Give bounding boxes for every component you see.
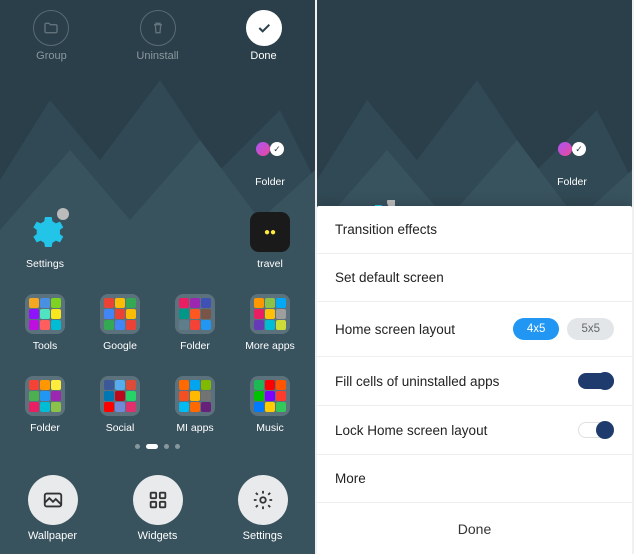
page-dot [164, 444, 169, 449]
row-label: Transition effects [335, 222, 437, 237]
app-label: Tools [33, 340, 58, 352]
folder-icon [100, 376, 140, 416]
folder-app[interactable]: ✓ Folder [541, 130, 603, 188]
right-screenshot: ✓ Folder Transition effects Set default … [317, 0, 632, 554]
app-label: Folder [30, 422, 60, 434]
done-label: Done [250, 50, 276, 62]
more-row[interactable]: More [317, 455, 632, 503]
gear-icon [25, 212, 65, 252]
group-button[interactable]: Group [33, 10, 69, 62]
page-indicator [0, 444, 315, 449]
settings-button[interactable]: Settings [238, 475, 288, 542]
travel-icon: ●● [250, 212, 290, 252]
home-settings-sheet: Transition effects Set default screen Ho… [317, 206, 632, 554]
uninstall-button[interactable]: Uninstall [136, 10, 178, 62]
fill-cells-toggle[interactable] [578, 373, 614, 389]
home-grid: ✓ Folder Settings ●● travel Tools Goo [0, 130, 315, 458]
page-dot [175, 444, 180, 449]
page-dot [135, 444, 140, 449]
app-label: travel [257, 258, 283, 270]
app-label: Google [103, 340, 137, 352]
settings-label: Settings [243, 530, 283, 542]
sheet-done-button[interactable]: Done [317, 503, 632, 554]
folder-icon: ✓ [250, 130, 290, 170]
app-label: Folder [180, 340, 210, 352]
tools-folder[interactable]: Tools [14, 294, 76, 352]
row-label: Set default screen [335, 270, 444, 285]
wallpaper-label: Wallpaper [28, 530, 77, 542]
folder-icon [250, 376, 290, 416]
check-icon [246, 10, 282, 46]
folder-icon: ✓ [552, 130, 592, 170]
layout-pill-5x5[interactable]: 5x5 [567, 318, 614, 340]
more-apps-folder[interactable]: More apps [239, 294, 301, 352]
wallpaper-button[interactable]: Wallpaper [28, 475, 78, 542]
fill-cells-row: Fill cells of uninstalled apps [317, 357, 632, 406]
widgets-button[interactable]: Widgets [133, 475, 183, 542]
left-screenshot: Group Uninstall Done ✓ Folder [0, 0, 315, 554]
widgets-icon [133, 475, 183, 525]
folder-icon [25, 294, 65, 334]
layout-pill-4x5[interactable]: 4x5 [513, 318, 560, 340]
folder-icon [250, 294, 290, 334]
app-label: Social [106, 422, 135, 434]
lock-layout-toggle[interactable] [578, 422, 614, 438]
settings-app[interactable]: Settings [14, 212, 76, 270]
app-label: Settings [26, 258, 64, 270]
gear-icon [238, 475, 288, 525]
folder-icon [175, 294, 215, 334]
image-icon [28, 475, 78, 525]
app-label: Folder [255, 176, 285, 188]
folder-app[interactable]: ✓ Folder [239, 130, 301, 188]
edit-mode-toolbar: Group Uninstall Done [0, 10, 315, 62]
lock-layout-row: Lock Home screen layout [317, 406, 632, 455]
uninstall-label: Uninstall [136, 50, 178, 62]
folder-icon [175, 376, 215, 416]
group-label: Group [36, 50, 67, 62]
app-label: Folder [557, 176, 587, 188]
social-folder[interactable]: Social [89, 376, 151, 434]
set-default-screen-row[interactable]: Set default screen [317, 254, 632, 302]
done-label: Done [458, 521, 491, 537]
edit-bottom-bar: Wallpaper Widgets Settings [0, 475, 315, 542]
folder-icon [33, 10, 69, 46]
app-label: MI apps [176, 422, 213, 434]
app-label: More apps [245, 340, 295, 352]
selection-badge [57, 208, 69, 220]
transition-effects-row[interactable]: Transition effects [317, 206, 632, 254]
layout-pill-group: 4x5 5x5 [513, 318, 614, 340]
app-label: Music [256, 422, 283, 434]
mi-apps-folder[interactable]: MI apps [164, 376, 226, 434]
done-button[interactable]: Done [246, 10, 282, 62]
row-label: More [335, 471, 366, 486]
folder-icon [100, 294, 140, 334]
widgets-label: Widgets [138, 530, 178, 542]
row-label: Fill cells of uninstalled apps [335, 374, 499, 389]
google-folder[interactable]: Google [89, 294, 151, 352]
folder-3[interactable]: Folder [164, 294, 226, 352]
folder-4[interactable]: Folder [14, 376, 76, 434]
music-folder[interactable]: Music [239, 376, 301, 434]
trash-icon [140, 10, 176, 46]
row-label: Lock Home screen layout [335, 423, 487, 438]
row-label: Home screen layout [335, 322, 455, 337]
home-layout-row: Home screen layout 4x5 5x5 [317, 302, 632, 357]
page-dot-active [146, 444, 158, 449]
travel-app[interactable]: ●● travel [239, 212, 301, 270]
folder-icon [25, 376, 65, 416]
